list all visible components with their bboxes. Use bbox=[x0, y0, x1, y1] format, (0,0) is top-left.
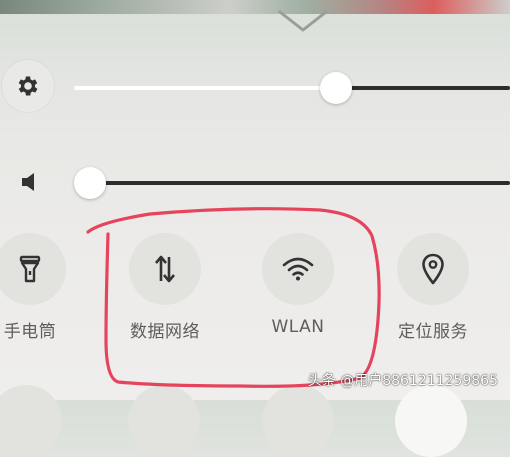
tile-next-row[interactable] bbox=[128, 385, 200, 457]
tile-location-label: 定位服务 bbox=[398, 322, 468, 342]
flashlight-icon bbox=[19, 255, 41, 283]
tile-flashlight-button[interactable] bbox=[0, 233, 66, 305]
tile-flashlight-label: 手电筒 bbox=[3, 322, 57, 342]
tile-wlan[interactable]: WLAN bbox=[243, 233, 353, 337]
location-pin-icon bbox=[422, 253, 444, 285]
tile-next-row[interactable] bbox=[0, 385, 62, 457]
watermark-text: 头条 @用户8861211259865 bbox=[307, 373, 498, 389]
tile-next-row[interactable] bbox=[395, 385, 467, 457]
tile-next-row[interactable] bbox=[262, 385, 334, 457]
volume-track-empty bbox=[90, 181, 510, 185]
collapse-chevron-icon[interactable] bbox=[278, 8, 328, 34]
brightness-track-empty bbox=[336, 86, 510, 90]
tile-mobile-data-button[interactable] bbox=[129, 233, 201, 305]
tile-flashlight[interactable]: 手电筒 bbox=[0, 233, 85, 342]
tile-wlan-button[interactable] bbox=[262, 233, 334, 305]
volume-icon-button[interactable] bbox=[2, 156, 54, 208]
tile-location-button[interactable] bbox=[397, 233, 469, 305]
brightness-slider-thumb[interactable] bbox=[320, 72, 353, 104]
tile-wlan-label: WLAN bbox=[271, 317, 325, 337]
background-wallpaper-strip bbox=[0, 0, 510, 14]
speaker-icon bbox=[22, 173, 34, 191]
volume-slider-thumb[interactable] bbox=[74, 167, 106, 199]
wifi-icon bbox=[282, 257, 314, 281]
tile-mobile-data[interactable]: 数据网络 bbox=[110, 233, 220, 342]
data-arrows-icon bbox=[155, 255, 175, 283]
tile-location[interactable]: 定位服务 bbox=[378, 233, 488, 342]
brightness-icon-button[interactable] bbox=[2, 60, 54, 112]
tile-mobile-data-label: 数据网络 bbox=[130, 322, 200, 342]
gear-icon bbox=[18, 76, 38, 96]
brightness-track-filled bbox=[74, 86, 337, 90]
